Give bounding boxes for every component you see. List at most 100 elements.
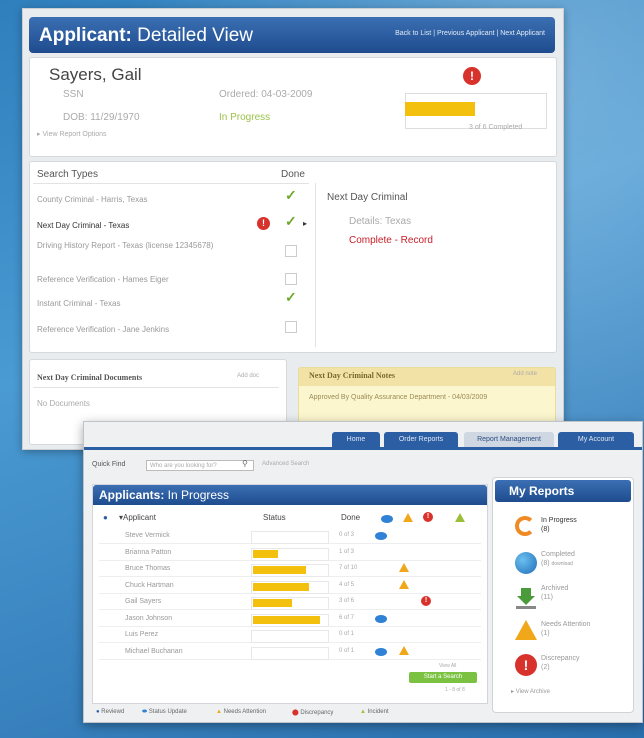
search-item[interactable]: Reference Verification - Hames Eiger [37,275,169,284]
tab-underline [84,447,642,450]
applicant-name-cell[interactable]: Jason Johnson [125,615,172,622]
status-progress-bar [253,582,309,591]
detail-section-title: Next Day Criminal [327,192,408,203]
done-check-icon: ✓ [285,213,297,229]
applicant-name-cell[interactable]: Bruce Thomas [125,565,170,572]
table-row[interactable]: Brianna Patton 1 of 3 [99,546,481,561]
status-update-icon[interactable] [375,614,387,623]
needs-attention-icon[interactable] [399,579,409,589]
applicant-name-cell[interactable]: Brianna Patton [125,549,171,556]
done-check-icon: ✓ [285,289,297,305]
status-update-icon[interactable] [375,647,387,656]
detail-result: Complete - Record [349,235,433,246]
page-title: Applicant: Detailed View [39,25,253,46]
row-alert-icon: ! [257,217,270,230]
search-item[interactable]: Driving History Report - Texas (license … [37,241,227,250]
notes-title: Next Day Criminal Notes [309,371,395,380]
search-item-selected[interactable]: Next Day Criminal - Texas [37,221,129,230]
applicant-column-header[interactable]: ▾Applicant [119,513,156,522]
report-link-archived[interactable]: Archived (11) [541,584,568,602]
done-count-cell: 3 of 6 [339,598,355,604]
note-text: Approved By Quality Assurance Department… [309,394,488,401]
search-icon[interactable]: ⚲ [242,459,248,468]
row-marker-icon: ● [103,513,108,522]
applicants-list-window: Home Order Reports Report Management My … [83,421,643,723]
table-row[interactable]: Steve Vermick 0 of 3 [99,529,481,544]
table-row[interactable]: Chuck Hartman 4 of 5 [99,579,481,594]
legend-discrepancy: ⬤ Discrepancy [292,710,334,716]
done-checkbox[interactable] [285,245,297,257]
done-count-cell: 1 of 3 [339,548,355,555]
done-column-header[interactable]: Done [341,513,360,522]
report-link-in-progress[interactable]: In Progress (8) [541,516,577,534]
status-progress-bar [253,566,306,574]
pagination-count: 1 - 8 of 8 [445,687,465,693]
status-progress-bar [253,615,320,624]
applicant-name-cell[interactable]: Chuck Hartman [125,582,174,589]
applicant-name-cell[interactable]: Luis Perez [125,631,158,638]
my-reports-title: My Reports [509,484,575,498]
table-row[interactable]: Luis Perez 0 of 1 [99,628,481,643]
applicant-name-cell[interactable]: Gail Sayers [125,598,161,605]
my-reports-panel: My Reports In Progress (8) Completed (8) d… [492,477,634,713]
documents-title: Next Day Criminal Documents [37,373,143,382]
dob-label: DOB: 11/29/1970 [63,112,140,123]
table-row[interactable]: Jason Johnson 6 of 7 [99,612,481,627]
start-search-button[interactable]: Start a Search [409,672,477,683]
detail-title-bar: Applicant: Detailed View Back to List | … [29,17,555,53]
tab-report-management[interactable]: Report Management [464,432,554,447]
needs-attention-icon[interactable] [399,645,409,655]
status-track [251,646,329,660]
done-count-cell: 4 of 5 [339,581,355,588]
done-count-cell: 6 of 7 [339,614,355,621]
quick-find-input[interactable]: Who are you looking for? [146,460,254,471]
status-progress-bar [253,599,292,607]
search-item[interactable]: County Criminal - Harris, Texas [37,195,148,204]
view-report-options[interactable]: ▸ View Report Options [37,130,107,138]
status-column-header[interactable]: Status [263,513,286,522]
table-row[interactable]: Michael Buchanan 0 of 1 [99,645,481,660]
applicant-name-cell[interactable]: Michael Buchanan [125,648,183,655]
report-link-discrepancy[interactable]: Discrepancy (2) [541,654,580,672]
globe-icon [515,552,537,574]
progress-label: 3 of 6 Completed [469,124,523,131]
needs-attention-icon [403,513,413,522]
table-row[interactable]: Bruce Thomas 7 of 10 [99,562,481,577]
table-row[interactable]: Gail Sayers 3 of 6! [99,595,481,610]
applicant-name: Sayers, Gail [49,65,142,84]
advanced-search-link[interactable]: Advanced Search [262,461,309,467]
discrepancy-icon[interactable]: ! [421,596,431,606]
applicant-name-cell[interactable]: Steve Vermick [125,532,170,539]
applicants-title: Applicants: In Progress [99,488,230,502]
done-header: Done [281,169,305,180]
applicant-nav-links[interactable]: Back to List | Previous Applicant | Next… [395,30,545,37]
applicants-title-bar: Applicants: In Progress [93,485,487,505]
progress-fill [405,102,475,116]
done-count-cell: 7 of 10 [339,565,358,571]
add-note-link[interactable]: Add note [513,371,537,377]
needs-attention-icon[interactable] [399,563,409,572]
discrepancy-alert-icon: ! [463,67,481,85]
tab-home[interactable]: Home [332,432,380,447]
search-item[interactable]: Reference Verification - Jane Jenkins [37,325,169,334]
legend-needs-attention: ▲ Needs Attention [216,709,266,715]
header-divider [33,183,309,184]
incident-icon [455,513,465,522]
refresh-icon [515,516,535,536]
view-archive-link[interactable]: ▸ View Archive [511,688,550,697]
add-document-link[interactable]: Add doc [237,373,259,379]
done-checkbox[interactable] [285,321,297,333]
view-all-link[interactable]: View All [439,663,456,669]
report-link-needs-attention[interactable]: Needs Attention (1) [541,620,590,638]
search-item[interactable]: Instant Criminal - Texas [37,299,120,308]
documents-divider [33,387,279,388]
report-link-completed[interactable]: Completed (8) download [541,550,575,569]
search-types-header: Search Types [37,169,98,180]
selected-arrow-icon: ▸ [303,219,308,228]
status-update-icon[interactable] [375,532,387,540]
no-documents-text: No Documents [37,399,90,408]
tab-my-account[interactable]: My Account [558,432,634,447]
tab-order-reports[interactable]: Order Reports [384,432,458,447]
done-count-cell: 0 of 3 [339,532,355,538]
done-checkbox[interactable] [285,273,297,285]
